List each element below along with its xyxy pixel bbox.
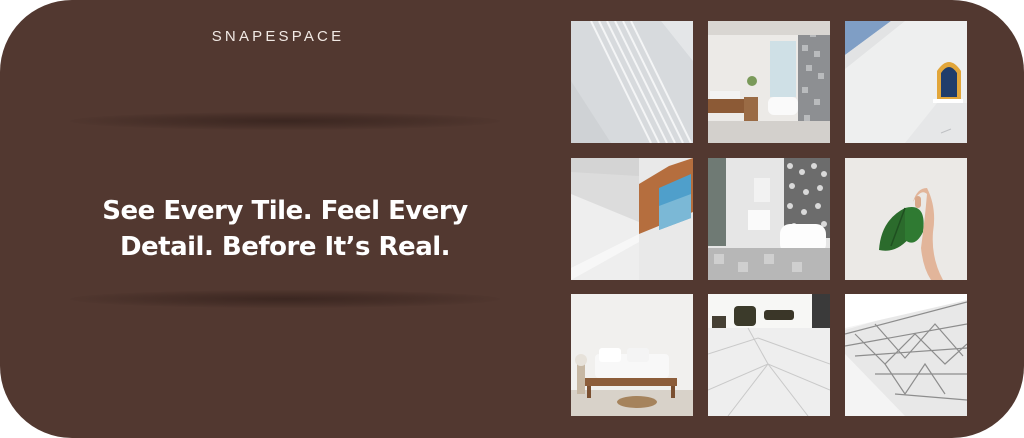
- divider-shadow-bottom: [70, 290, 500, 308]
- gallery-image-living-room-sofa: [571, 294, 693, 416]
- divider-shadow-top: [70, 112, 500, 130]
- gallery-image-monstera-leaf: [845, 158, 967, 280]
- gallery-image-wood-window-corner: [571, 158, 693, 280]
- brand-logo-text: SNAPESPACE: [211, 28, 345, 45]
- headline-line-2: Detail. Before It’s Real.: [119, 232, 451, 262]
- tile-image-gallery: [571, 21, 967, 416]
- headline-line-1: See Every Tile. Feel Every: [102, 196, 468, 226]
- gallery-image-arched-window: [845, 21, 967, 143]
- gallery-image-patterned-bathroom: [708, 158, 830, 280]
- gallery-image-geometric-ceiling: [845, 294, 967, 416]
- hero-headline: See Every Tile. Feel Every Detail. Befor…: [40, 193, 530, 265]
- hero-banner: SNAPESPACE See Every Tile. Feel Every De…: [0, 0, 1024, 438]
- gallery-image-bathroom-mosaic: [708, 21, 830, 143]
- gallery-image-light-wall: [571, 21, 693, 143]
- gallery-image-marble-floor: [708, 294, 830, 416]
